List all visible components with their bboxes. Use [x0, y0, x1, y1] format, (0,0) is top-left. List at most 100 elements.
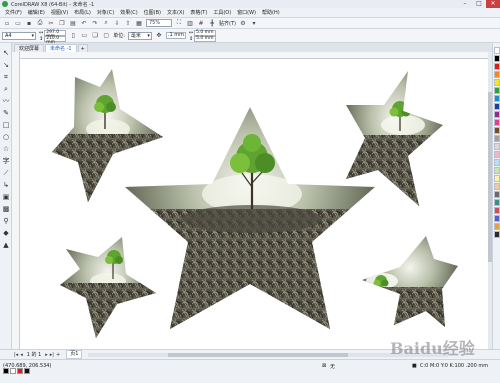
next-page-icon[interactable]: ▸ — [45, 352, 48, 358]
tab-welcome[interactable]: 欢迎屏幕 — [14, 44, 45, 52]
last-page-icon[interactable]: ▸| — [50, 352, 54, 358]
horizontal-ruler[interactable] — [20, 52, 488, 59]
menu-bitmaps[interactable]: 位图(B) — [141, 9, 164, 16]
new-tab-button[interactable]: + — [77, 44, 88, 52]
page-height-input[interactable]: 210.0 mm — [44, 35, 67, 44]
menu-view[interactable]: 视图(V) — [48, 9, 71, 16]
drawing-canvas[interactable] — [20, 59, 488, 349]
interactive-fill-icon[interactable]: ◆ — [1, 228, 11, 238]
ellipse-icon[interactable]: ○ — [1, 132, 11, 142]
star-photo-bottom-right[interactable] — [360, 234, 460, 331]
palette-swatch[interactable] — [494, 215, 500, 222]
redo-icon[interactable]: ↷ — [91, 19, 99, 27]
menu-help[interactable]: 帮助(H) — [259, 9, 283, 16]
maximize-button[interactable]: □ — [472, 0, 486, 8]
palette-swatch[interactable] — [494, 199, 500, 206]
palette-swatch[interactable] — [494, 159, 500, 166]
page-size-select[interactable]: A4 — [2, 31, 36, 40]
palette-swatch[interactable] — [494, 231, 500, 238]
polygon-icon[interactable]: ☆ — [1, 144, 11, 154]
prev-page-icon[interactable]: ◂ — [20, 352, 23, 358]
menu-table[interactable]: 表格(T) — [187, 9, 210, 16]
parallel-dimension-icon[interactable]: ⟋ — [1, 168, 11, 178]
palette-swatch[interactable] — [494, 95, 500, 102]
close-button[interactable]: ✕ — [486, 0, 500, 8]
menu-tools[interactable]: 工具(O) — [210, 9, 234, 16]
menu-object[interactable]: 对象(C) — [94, 9, 117, 16]
fill-indicator-icon[interactable]: ⊠ — [322, 363, 326, 369]
grid-icon[interactable]: # — [197, 19, 205, 27]
shape-icon[interactable]: ↘ — [1, 60, 11, 70]
menu-layout[interactable]: 布局(L) — [71, 9, 94, 16]
horizontal-scroll-thumb[interactable] — [168, 352, 349, 357]
palette-swatch[interactable] — [494, 207, 500, 214]
tab-untitled-1[interactable]: 未命名 -1 — [45, 44, 77, 52]
palette-swatch[interactable] — [494, 151, 500, 158]
document-palette-dark-swatch[interactable] — [24, 368, 30, 374]
freehand-icon[interactable]: 〰 — [1, 96, 11, 106]
landscape-icon[interactable]: ▭ — [80, 32, 88, 40]
text-icon[interactable]: 字 — [1, 156, 11, 166]
transparency-icon[interactable]: ▩ — [1, 204, 11, 214]
connector-icon[interactable]: ↳ — [1, 180, 11, 190]
zoom-icon[interactable]: ⌕ — [1, 84, 11, 94]
palette-swatch[interactable] — [494, 71, 500, 78]
undo-icon[interactable]: ↶ — [80, 19, 88, 27]
smart-fill-icon[interactable]: ▲ — [1, 240, 11, 250]
palette-swatch[interactable] — [494, 223, 500, 230]
document-palette-black-swatch[interactable] — [3, 368, 9, 374]
palette-swatch[interactable] — [494, 191, 500, 198]
drop-shadow-icon[interactable]: ▣ — [1, 192, 11, 202]
export-icon[interactable]: ⇧ — [124, 19, 132, 27]
crop-icon[interactable]: ⌗ — [1, 72, 11, 82]
launch-icon[interactable]: ▾ — [250, 19, 258, 27]
zoom-level-value[interactable]: 75% — [146, 19, 172, 27]
document-palette-white-swatch[interactable] — [10, 368, 16, 374]
star-photo-center[interactable] — [120, 104, 380, 334]
palette-swatch[interactable] — [494, 103, 500, 110]
menu-window[interactable]: 窗口(W) — [234, 9, 259, 16]
palette-swatch[interactable] — [494, 143, 500, 150]
document-palette-red-swatch[interactable] — [17, 368, 23, 374]
options-gear-icon[interactable]: ⚙ — [239, 19, 247, 27]
snap-to-dropdown[interactable]: 贴齐(T) — [219, 20, 236, 27]
portrait-icon[interactable]: ▯ — [69, 32, 77, 40]
page-tab-1[interactable]: 页1 — [66, 350, 83, 359]
pick-icon[interactable]: ↖ — [1, 48, 11, 58]
palette-swatch[interactable] — [494, 55, 500, 62]
palette-swatch[interactable] — [494, 47, 500, 54]
artistic-media-icon[interactable]: ✎ — [1, 108, 11, 118]
palette-swatch[interactable] — [494, 167, 500, 174]
outline-indicator-icon[interactable]: ■ — [412, 363, 417, 369]
add-page-icon[interactable]: + — [56, 352, 60, 358]
cut-icon[interactable]: ✂ — [47, 19, 55, 27]
copy-icon[interactable]: ❐ — [58, 19, 66, 27]
current-page-icon[interactable]: ▢ — [102, 32, 110, 40]
guidelines-icon[interactable]: ╋ — [208, 19, 216, 27]
palette-swatch[interactable] — [494, 119, 500, 126]
new-document-icon[interactable]: ▫ — [3, 19, 11, 27]
palette-swatch[interactable] — [494, 87, 500, 94]
palette-swatch[interactable] — [494, 175, 500, 182]
palette-swatch[interactable] — [494, 111, 500, 118]
zoom-level-select[interactable]: 75% — [146, 19, 172, 27]
duplicate-y-input[interactable]: 5.0 mm — [194, 35, 217, 42]
star-photo-bottom-left[interactable] — [58, 234, 158, 343]
rulers-icon[interactable]: ▥ — [186, 19, 194, 27]
rectangle-icon[interactable]: □ — [1, 120, 11, 130]
all-pages-icon[interactable]: ❏ — [91, 32, 99, 40]
save-icon[interactable]: ▪ — [25, 19, 33, 27]
menu-file[interactable]: 文件(F) — [2, 9, 25, 16]
import-icon[interactable]: ⇩ — [113, 19, 121, 27]
search-content-icon[interactable]: ⌕ — [102, 19, 110, 27]
print-icon[interactable]: ⎙ — [36, 19, 44, 27]
paste-icon[interactable]: ▤ — [69, 19, 77, 27]
minimize-button[interactable]: – — [458, 0, 472, 8]
open-icon[interactable]: ▭ — [14, 19, 22, 27]
publish-pdf-icon[interactable]: ▦ — [135, 19, 143, 27]
palette-swatch[interactable] — [494, 63, 500, 70]
menu-edit[interactable]: 编辑(E) — [25, 9, 48, 16]
units-select[interactable]: 毫米 — [127, 31, 152, 40]
palette-swatch[interactable] — [494, 79, 500, 86]
menu-effects[interactable]: 效果(C) — [117, 9, 140, 16]
